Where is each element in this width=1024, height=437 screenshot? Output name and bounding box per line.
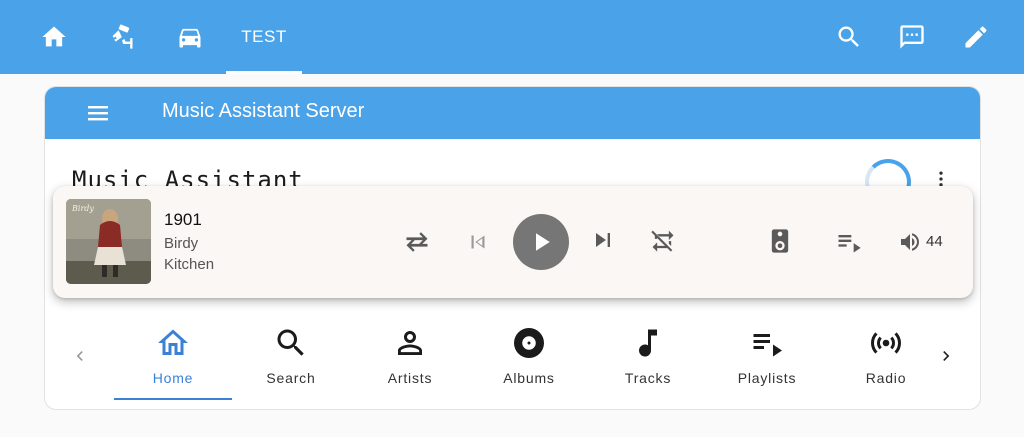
playlist-play-icon: [748, 324, 786, 362]
active-nav-indicator: [114, 398, 232, 400]
previous-button[interactable]: [462, 226, 494, 258]
nav-item-tracks[interactable]: Tracks: [589, 306, 707, 402]
nav-item-artists[interactable]: Artists: [351, 306, 469, 402]
card-header: Music Assistant Server: [45, 87, 980, 139]
nav-item-label: Playlists: [737, 370, 797, 386]
nav-item-label: Albums: [503, 370, 555, 386]
nav-item-radio[interactable]: Radio: [827, 306, 945, 402]
playlist-play-icon: [838, 235, 861, 253]
now-playing-bar: Birdy 1901 Birdy Kitchen 44: [53, 186, 973, 298]
home-outline-icon: [154, 324, 192, 362]
chevron-right-icon[interactable]: [936, 344, 956, 368]
player-name: Kitchen: [164, 256, 215, 273]
skip-previous-icon: [471, 235, 485, 249]
play-icon: [536, 233, 550, 251]
card-header-title: Music Assistant Server: [162, 100, 365, 122]
music-note-icon: [629, 324, 667, 362]
nav-item-label: Search: [266, 370, 316, 386]
search-icon[interactable]: [834, 22, 864, 52]
shuffle-icon: [406, 232, 428, 252]
active-tab-indicator: [226, 71, 302, 74]
chevron-left-icon[interactable]: [70, 344, 90, 368]
home-icon[interactable]: [39, 22, 69, 52]
radio-tower-icon: [867, 324, 905, 362]
album-art[interactable]: Birdy: [66, 199, 151, 284]
queue-button[interactable]: [833, 228, 865, 256]
top-app-bar: TEST: [0, 0, 1024, 74]
nav-item-albums[interactable]: Albums: [470, 306, 588, 402]
volume-button[interactable]: [897, 228, 923, 256]
repeat-button[interactable]: [647, 224, 679, 256]
speaker-icon: [771, 229, 789, 253]
volume-icon: [901, 233, 919, 251]
nav-item-label: Radio: [865, 370, 907, 386]
message-icon[interactable]: [897, 22, 927, 52]
nav-item-playlists[interactable]: Playlists: [708, 306, 826, 402]
repeat-off-icon: [651, 230, 674, 252]
shuffle-button[interactable]: [401, 226, 433, 258]
car-icon[interactable]: [175, 22, 205, 52]
nav-item-search[interactable]: Search: [232, 306, 350, 402]
nav-item-home[interactable]: Home: [114, 306, 232, 402]
tab-test[interactable]: TEST: [226, 0, 302, 74]
next-button[interactable]: [587, 224, 619, 256]
track-title[interactable]: 1901: [164, 210, 202, 230]
nav-item-label: Tracks: [624, 370, 672, 386]
nav-item-label: Home: [152, 370, 194, 386]
pencil-icon[interactable]: [961, 22, 991, 52]
volume-level: 44: [926, 233, 943, 250]
nav-item-label: Artists: [387, 370, 433, 386]
menu-icon[interactable]: [85, 101, 111, 125]
svg-text:Birdy: Birdy: [71, 204, 94, 213]
track-artist[interactable]: Birdy: [164, 235, 198, 252]
app-title: Music Assistant: [72, 166, 304, 187]
skip-next-icon: [596, 233, 610, 247]
play-button[interactable]: [513, 214, 569, 270]
magnify-icon: [272, 324, 310, 362]
account-outline-icon: [391, 324, 429, 362]
bottom-navigation: Home Search Artists Albums Tracks Playli…: [44, 306, 981, 410]
cctv-icon[interactable]: [107, 22, 137, 52]
album-icon: [510, 324, 548, 362]
speaker-button[interactable]: [765, 225, 795, 257]
